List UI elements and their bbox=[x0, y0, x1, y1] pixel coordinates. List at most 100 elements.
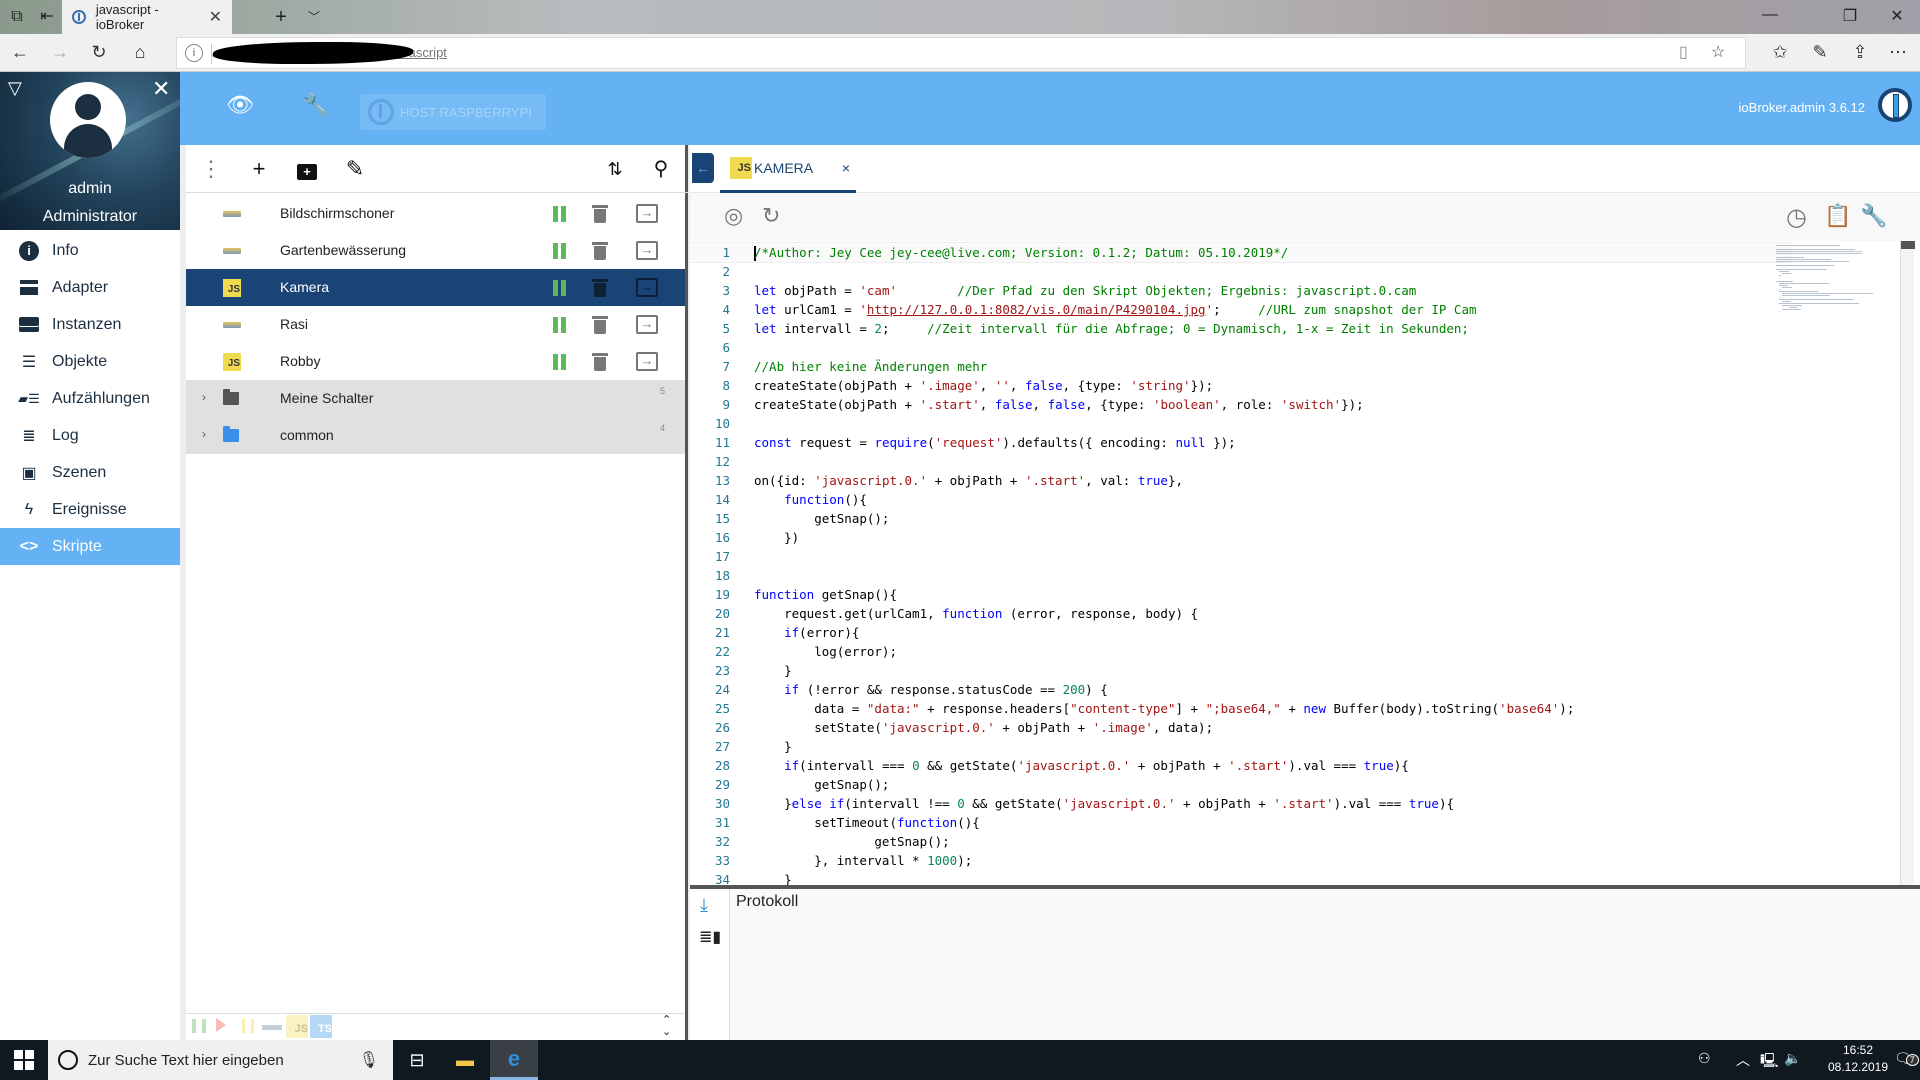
window-close-icon[interactable]: ✕ bbox=[1877, 6, 1917, 26]
pause-button[interactable] bbox=[553, 243, 567, 259]
nav-item-aufzaehlungen[interactable]: ▰☰ Aufzählungen bbox=[0, 380, 180, 417]
add-script-button[interactable]: + bbox=[246, 157, 272, 181]
tab-kamera[interactable]: JS KAMERA × bbox=[720, 145, 856, 193]
new-tab-icon[interactable]: + bbox=[270, 6, 292, 28]
browser-tab-active[interactable]: javascript - ioBroker ✕ bbox=[62, 0, 232, 34]
url-input[interactable]: i javascript ▯ ☆ bbox=[176, 37, 1746, 69]
windows-start-icon[interactable] bbox=[14, 1050, 34, 1070]
nav-item-objekte[interactable]: ☰ Objekte bbox=[0, 343, 180, 380]
reading-view-icon[interactable]: ▯ bbox=[1679, 42, 1688, 62]
sort-icon[interactable]: ⇅ bbox=[602, 157, 628, 181]
minimap[interactable] bbox=[1776, 241, 1886, 321]
search-icon[interactable]: ⚲ bbox=[648, 157, 674, 181]
script-row-bildschirmschoner[interactable]: Bildschirmschoner → bbox=[186, 195, 685, 232]
script-row-kamera[interactable]: JS Kamera → bbox=[186, 269, 685, 306]
expand-collapse-icon[interactable]: ⌃ ⌄ bbox=[662, 1014, 671, 1038]
people-icon[interactable]: ⚇ bbox=[1698, 1050, 1711, 1067]
favorites-list-icon[interactable]: ✩ bbox=[1768, 42, 1792, 63]
edit-button[interactable]: ✎ bbox=[342, 157, 368, 181]
folder-row-meine-schalter[interactable]: › Meine Schalter 5 bbox=[186, 380, 685, 417]
clipboard-list-icon[interactable]: 📋 bbox=[1824, 203, 1851, 229]
filter-ts-icon[interactable]: TS bbox=[310, 1015, 332, 1038]
add-folder-button[interactable]: + bbox=[294, 157, 320, 181]
filter-blockly-icon[interactable] bbox=[262, 1025, 282, 1030]
script-row-gartenbewaesserung[interactable]: Gartenbewässerung → bbox=[186, 232, 685, 269]
nav-item-szenen[interactable]: ▣ Szenen bbox=[0, 454, 180, 491]
export-button[interactable]: → bbox=[636, 241, 658, 260]
pause-button[interactable] bbox=[553, 206, 567, 222]
back-icon[interactable]: ← bbox=[8, 42, 32, 63]
close-tab-icon[interactable]: ✕ bbox=[209, 7, 222, 27]
favorite-star-icon[interactable]: ☆ bbox=[1711, 42, 1725, 62]
close-tab-icon[interactable]: × bbox=[842, 160, 850, 176]
file-explorer-icon[interactable]: ▬ bbox=[441, 1040, 489, 1080]
notifications-icon[interactable]: 🗨7 bbox=[1894, 1050, 1919, 1067]
pause-button[interactable] bbox=[553, 317, 567, 333]
code-line: 11 const request = require('request').def… bbox=[714, 435, 1236, 450]
delete-button[interactable] bbox=[592, 279, 608, 297]
nav-item-adapter[interactable]: Adapter bbox=[0, 269, 180, 306]
restart-icon[interactable]: ↻ bbox=[762, 203, 780, 229]
filter-stopped-icon[interactable] bbox=[216, 1018, 226, 1032]
iobroker-logo-icon[interactable] bbox=[1878, 88, 1912, 122]
chevron-right-icon[interactable]: › bbox=[202, 390, 206, 404]
pause-button[interactable] bbox=[553, 354, 567, 370]
pause-button[interactable] bbox=[553, 280, 567, 296]
tab-aside-icon[interactable]: ⇤ bbox=[36, 6, 58, 28]
tab-list-icon[interactable]: ⧉ bbox=[6, 6, 28, 28]
filter-js-icon[interactable]: JS bbox=[286, 1015, 308, 1038]
avatar[interactable] bbox=[50, 82, 126, 158]
folder-row-common[interactable]: › common 4 bbox=[186, 417, 685, 454]
code-line: 10 bbox=[714, 416, 730, 431]
tab-dropdown-icon[interactable]: ﹀ bbox=[303, 6, 325, 28]
forward-icon[interactable]: → bbox=[48, 42, 72, 63]
log-list-icon[interactable]: ≣▮ bbox=[699, 927, 721, 947]
export-button[interactable]: → bbox=[636, 278, 658, 297]
nav-item-skripte[interactable]: <> Skripte bbox=[0, 528, 180, 565]
script-row-robby[interactable]: JS Robby → bbox=[186, 343, 685, 380]
drawer-close-icon[interactable]: ✕ bbox=[152, 76, 170, 102]
network-icon[interactable]: 🖳 bbox=[1760, 1050, 1779, 1074]
export-button[interactable]: → bbox=[636, 315, 658, 334]
delete-button[interactable] bbox=[592, 242, 608, 260]
delete-button[interactable] bbox=[592, 316, 608, 334]
delete-button[interactable] bbox=[592, 353, 608, 371]
back-arrow-button[interactable]: ← bbox=[692, 153, 714, 183]
drawer-header: ▽ ✕ admin Administrator bbox=[0, 72, 180, 230]
nav-item-info[interactable]: i Info bbox=[0, 232, 180, 269]
refresh-icon[interactable]: ↻ bbox=[87, 42, 111, 63]
taskbar-clock[interactable]: 16:52 08.12.2019 bbox=[1818, 1042, 1898, 1076]
share-icon[interactable]: ⇪ bbox=[1848, 42, 1872, 63]
nav-item-instanzen[interactable]: Instanzen bbox=[0, 306, 180, 343]
minimize-icon[interactable]: — bbox=[1750, 6, 1790, 24]
export-button[interactable]: → bbox=[636, 204, 658, 223]
script-row-rasi[interactable]: Rasi → bbox=[186, 306, 685, 343]
download-icon[interactable]: ⤓ bbox=[700, 895, 708, 916]
microphone-icon[interactable]: 🎙 bbox=[359, 1050, 379, 1070]
filter-running-icon[interactable] bbox=[192, 1019, 206, 1033]
edge-icon[interactable]: e bbox=[490, 1040, 538, 1080]
delete-button[interactable] bbox=[592, 205, 608, 223]
chevron-right-icon[interactable]: › bbox=[202, 427, 206, 441]
locate-icon[interactable]: ◎ bbox=[724, 203, 743, 229]
volume-icon[interactable]: 🔈 bbox=[1784, 1050, 1801, 1067]
nav-item-ereignisse[interactable]: ϟ Ereignisse bbox=[0, 491, 180, 528]
more-icon[interactable]: ⋯ bbox=[1886, 42, 1910, 63]
task-view-icon[interactable]: ⊟ bbox=[393, 1040, 441, 1080]
home-icon[interactable]: ⌂ bbox=[128, 42, 152, 63]
clock-icon[interactable]: ◷ bbox=[1786, 203, 1807, 232]
export-button[interactable]: → bbox=[636, 352, 658, 371]
tray-expand-icon[interactable]: ︿ bbox=[1736, 1050, 1750, 1070]
wrench-icon[interactable]: 🔧 bbox=[1860, 203, 1887, 229]
nav-item-log[interactable]: ≣ Log bbox=[0, 417, 180, 454]
site-info-icon[interactable]: i bbox=[185, 44, 203, 62]
taskbar-search-input[interactable]: Zur Suche Text hier eingeben 🎙 bbox=[48, 1040, 393, 1080]
more-vert-icon[interactable]: ⋮ bbox=[198, 157, 224, 181]
filter-paused-icon[interactable] bbox=[242, 1019, 254, 1033]
restore-icon[interactable]: ❐ bbox=[1830, 6, 1870, 26]
pen-icon[interactable]: ✎ bbox=[1808, 42, 1832, 63]
host-button[interactable]: HOST RASPBERRYPI bbox=[360, 94, 546, 130]
eye-icon[interactable]: 👁 bbox=[226, 92, 254, 118]
wrench-icon[interactable]: 🔧 bbox=[302, 92, 329, 118]
drawer-toggle-icon[interactable]: ▽ bbox=[8, 78, 22, 99]
